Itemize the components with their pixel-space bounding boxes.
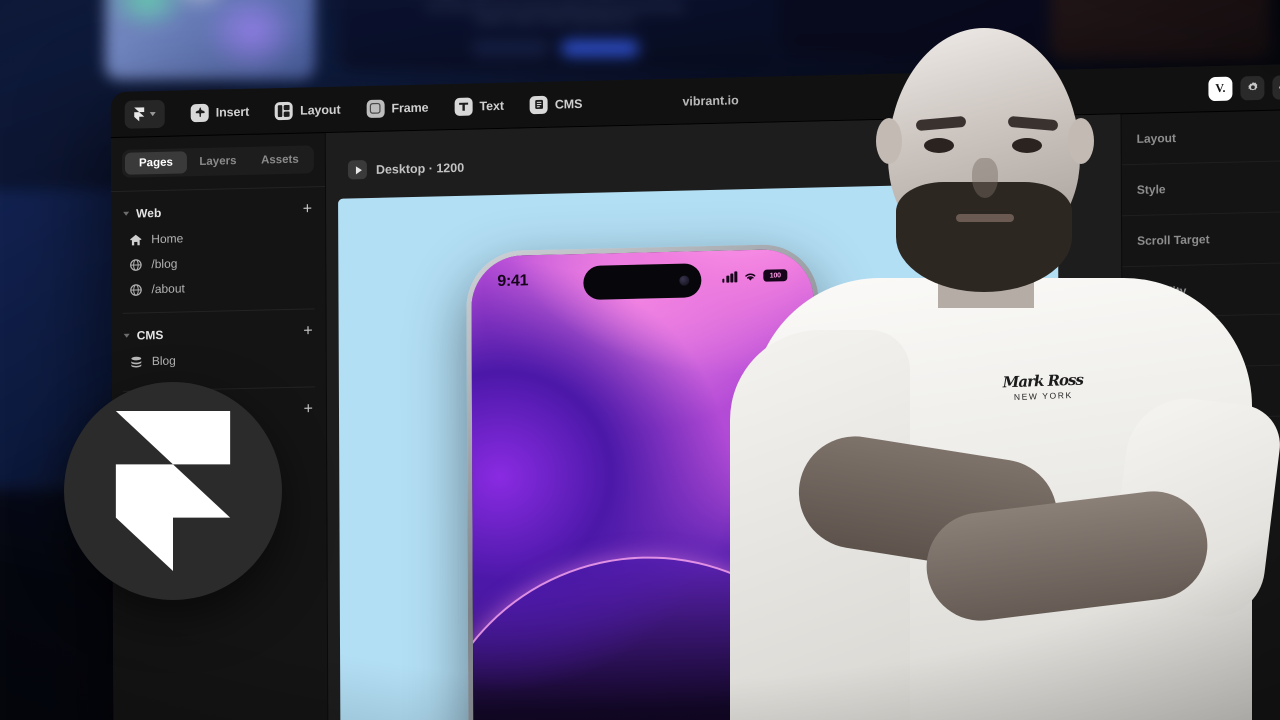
toolbar-label-cms: CMS [554,96,583,112]
sidebar-label-blog: /blog [151,256,178,272]
sidebar-item-blog-collection[interactable]: Blog [112,339,326,369]
add-page-button[interactable]: + [303,200,312,217]
toolbar-item-layout[interactable]: Layout [275,100,341,120]
presenter-beard [896,182,1072,292]
toolbar-label-layout: Layout [300,102,341,118]
layout-icon [275,101,294,120]
front-camera-icon [679,275,690,286]
framer-logo-badge [64,382,282,600]
presenter-ear-right [1068,118,1094,164]
tab-pages[interactable]: Pages [124,151,187,175]
bg-hero-buttons [340,27,770,57]
bg-panel-hero: A visually appealing mobile design syste… [340,0,770,70]
sidebar-label-blog-collection: Blog [151,353,176,369]
frame-icon [366,99,385,118]
toolbar-item-frame[interactable]: Frame [366,98,429,118]
presenter-mouth [956,214,1014,222]
dynamic-island [583,263,702,300]
screenshot-stage: A visually appealing mobile design syste… [0,0,1280,720]
chevron-down-icon[interactable] [123,333,130,338]
plus-icon [190,103,209,122]
text-icon [454,97,473,116]
toolbar-label-insert: Insert [215,104,250,120]
bg-hero-subtext: Lorem ipsum dolor sit amet consectetur a… [425,2,685,25]
bg-hero-secondary-button [471,39,549,57]
globe-icon [130,283,142,296]
sidebar-tabs: Pages Layers Assets [121,145,314,178]
add-component-button[interactable]: + [304,400,313,417]
home-icon [130,234,142,245]
tshirt-graphic: Mark Ross NEW YORK [978,370,1109,404]
play-icon [355,165,362,174]
collection-icon [131,356,142,367]
globe-icon [130,258,142,271]
bg-thumbnail-image [105,0,315,80]
status-time: 9:41 [497,272,529,291]
presenter-nose [972,158,998,198]
toolbar-label-text: Text [479,98,504,113]
framer-logo [134,106,145,121]
presenter-eye-left [924,138,954,153]
framer-logo-menu-button[interactable] [124,99,165,129]
toolbar-item-text[interactable]: Text [454,96,504,116]
sidebar-section-label-cms: CMS [136,327,164,343]
toolbar-label-frame: Frame [391,100,429,115]
cms-icon [529,95,548,114]
frame-label: Desktop · 1200 [375,160,465,177]
tab-assets[interactable]: Assets [249,148,311,171]
presenter-eye-right [1012,138,1042,153]
presenter-ear-left [876,118,902,164]
tab-layers[interactable]: Layers [187,150,249,173]
bg-panel-thumbnail [105,0,315,80]
sidebar-label-home: Home [151,231,184,247]
sidebar-label-about: /about [151,281,185,297]
chevron-down-icon [149,111,156,116]
presenter-photo: Mark Ross NEW YORK [720,0,1280,720]
bg-hero-primary-button [561,39,639,57]
sidebar-item-about[interactable]: /about [111,267,325,297]
toolbar-item-insert[interactable]: Insert [190,102,250,122]
sidebar-section-label-web: Web [136,205,162,221]
toolbar-item-cms[interactable]: CMS [529,94,583,114]
chevron-down-icon[interactable] [123,211,130,216]
framer-logo [115,411,231,571]
add-collection-button[interactable]: + [303,322,312,339]
play-button[interactable] [347,160,367,180]
